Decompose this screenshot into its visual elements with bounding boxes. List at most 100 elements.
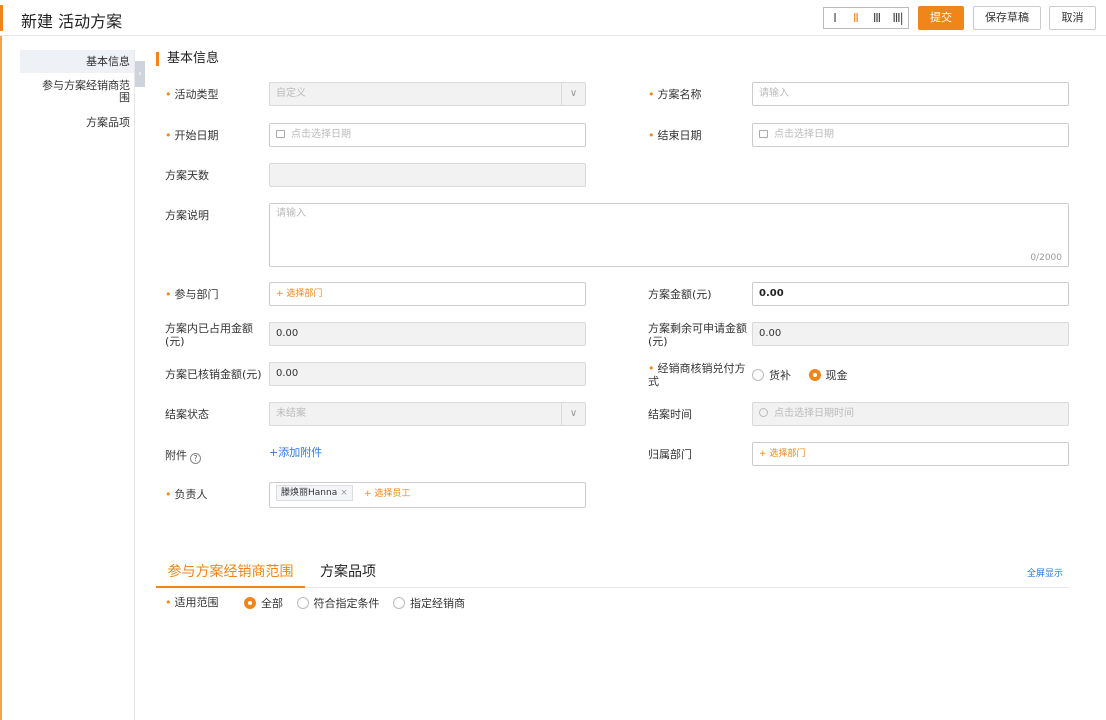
layout-2-column-option[interactable]: Ⅱ bbox=[845, 8, 866, 28]
add-attachment-link[interactable]: +添加附件 bbox=[269, 444, 322, 460]
remaining-amount-field: 0.00 bbox=[752, 322, 1069, 346]
fullscreen-link[interactable]: 全屏显示 bbox=[1027, 566, 1063, 579]
nav-item-plan-items[interactable]: 方案品项 bbox=[86, 117, 130, 129]
clock-icon bbox=[759, 408, 768, 417]
close-status-select: 未结案 ∨ bbox=[269, 402, 586, 426]
label-text: 活动类型 bbox=[174, 88, 219, 101]
radio-scope-condition[interactable] bbox=[296, 597, 309, 609]
left-edge-accent bbox=[0, 36, 2, 720]
section-title: 基本信息 bbox=[156, 52, 219, 66]
used-amount-value: 0.00 bbox=[276, 328, 299, 339]
section-nav: 基本信息 参与方案经销商范围 方案品项 bbox=[20, 50, 135, 720]
layout-4-column-option[interactable]: Ⅲ| bbox=[887, 8, 908, 28]
verified-amount-field: 0.00 bbox=[269, 362, 586, 386]
select-department-link[interactable]: + 选择部门 bbox=[276, 289, 322, 299]
submit-button[interactable]: 提交 bbox=[918, 6, 964, 30]
required-mark: • bbox=[648, 88, 655, 101]
used-amount-field: 0.00 bbox=[269, 322, 586, 346]
description-textarea[interactable]: 请输入 0/2000 bbox=[269, 203, 1069, 267]
payment-method-radios: 货补 现金 bbox=[752, 367, 862, 383]
label-text: 负责人 bbox=[174, 488, 208, 501]
close-time-placeholder: 点击选择日期时间 bbox=[774, 408, 854, 419]
radio-scope-condition-label[interactable]: 符合指定条件 bbox=[314, 597, 380, 610]
required-mark: • bbox=[165, 288, 172, 301]
collapse-nav-icon[interactable]: ‹ bbox=[135, 61, 145, 87]
payment-method-label: • 经销商核销兑付方式 bbox=[648, 362, 748, 388]
attachment-label: 附件? bbox=[165, 449, 201, 464]
select-employee-link[interactable]: + 选择员工 bbox=[364, 489, 410, 499]
activity-type-select[interactable]: 自定义 ∨ bbox=[269, 82, 586, 106]
used-amount-label: 方案内已占用金额(元) bbox=[165, 322, 253, 348]
radio-scope-dealers-label[interactable]: 指定经销商 bbox=[410, 597, 465, 610]
scope-radios: 全部 符合指定条件 指定经销商 bbox=[244, 595, 479, 611]
radio-goods-subsidy[interactable] bbox=[752, 369, 764, 381]
close-time-picker: 点击选择日期时间 bbox=[752, 402, 1069, 426]
chevron-down-icon: ∨ bbox=[561, 403, 585, 425]
radio-scope-all[interactable] bbox=[244, 597, 256, 609]
header-accent-bar bbox=[0, 5, 3, 31]
close-icon[interactable]: × bbox=[340, 488, 348, 498]
save-draft-button[interactable]: 保存草稿 bbox=[973, 6, 1041, 30]
cancel-button[interactable]: 取消 bbox=[1049, 6, 1096, 30]
owner-department-selector[interactable]: + 选择部门 bbox=[752, 442, 1069, 466]
required-mark: • bbox=[165, 488, 172, 501]
end-date-picker[interactable]: 点击选择日期 bbox=[752, 123, 1069, 147]
start-date-picker[interactable]: 点击选择日期 bbox=[269, 123, 586, 147]
layout-1-column-option[interactable]: Ⅰ bbox=[824, 8, 845, 28]
owner-tag: 滕焕丽Hanna × bbox=[276, 485, 353, 501]
column-layout-switch[interactable]: Ⅰ Ⅱ Ⅲ Ⅲ| bbox=[823, 7, 909, 29]
owner-selector[interactable]: 滕焕丽Hanna × + 选择员工 bbox=[269, 482, 586, 508]
plan-name-label: • 方案名称 bbox=[648, 88, 702, 101]
layout-3-column-option[interactable]: Ⅲ bbox=[866, 8, 887, 28]
department-selector[interactable]: + 选择部门 bbox=[269, 282, 586, 306]
required-mark: • bbox=[165, 129, 172, 142]
radio-goods-subsidy-label[interactable]: 货补 bbox=[769, 369, 791, 382]
tab-plan-items[interactable]: 方案品项 bbox=[305, 560, 391, 588]
remaining-amount-value: 0.00 bbox=[759, 328, 782, 339]
required-mark: • bbox=[648, 129, 655, 142]
page-header: 新建 活动方案 Ⅰ Ⅱ Ⅲ Ⅲ| 提交 保存草稿 取消 bbox=[0, 0, 1106, 36]
owner-tag-name: 滕焕丽Hanna bbox=[281, 488, 338, 498]
amount-value: 0.00 bbox=[759, 288, 784, 299]
radio-scope-dealers[interactable] bbox=[393, 597, 405, 609]
plan-name-input[interactable]: 请输入 bbox=[752, 82, 1069, 106]
label-text: 结束日期 bbox=[657, 129, 702, 142]
amount-input[interactable]: 0.00 bbox=[752, 282, 1069, 306]
required-mark: • bbox=[165, 88, 172, 101]
description-label: 方案说明 bbox=[165, 209, 209, 222]
tab-dealer-scope[interactable]: 参与方案经销商范围 bbox=[156, 560, 305, 588]
radio-cash[interactable] bbox=[808, 369, 821, 381]
page-title: 新建 活动方案 bbox=[21, 12, 123, 31]
detail-tabs: 参与方案经销商范围 方案品项 全屏显示 bbox=[156, 560, 1069, 588]
radio-scope-all-label[interactable]: 全部 bbox=[261, 597, 283, 610]
end-date-label: • 结束日期 bbox=[648, 129, 702, 142]
owner-label: • 负责人 bbox=[165, 488, 208, 501]
help-icon[interactable]: ? bbox=[190, 453, 201, 464]
label-text: 开始日期 bbox=[174, 129, 219, 142]
select-owner-department-link[interactable]: + 选择部门 bbox=[759, 449, 805, 459]
radio-cash-label[interactable]: 现金 bbox=[826, 369, 848, 382]
amount-label: 方案金额(元) bbox=[648, 288, 712, 301]
label-text: 适用范围 bbox=[174, 596, 219, 609]
start-date-placeholder: 点击选择日期 bbox=[291, 129, 351, 140]
close-time-label: 结案时间 bbox=[648, 408, 692, 421]
calendar-icon bbox=[759, 130, 768, 138]
char-counter: 0/2000 bbox=[1030, 253, 1062, 263]
nav-item-dealer-scope[interactable]: 参与方案经销商范围 bbox=[34, 80, 130, 104]
close-status-value: 未结案 bbox=[276, 408, 306, 419]
verified-amount-label: 方案已核销金额(元) bbox=[165, 368, 262, 381]
nav-item-basic-info[interactable]: 基本信息 bbox=[20, 50, 134, 73]
label-text: 经销商核销兑付方式 bbox=[648, 362, 746, 388]
end-date-placeholder: 点击选择日期 bbox=[774, 129, 834, 140]
required-mark: • bbox=[165, 596, 172, 609]
start-date-label: • 开始日期 bbox=[165, 129, 219, 142]
required-mark: • bbox=[648, 362, 655, 375]
plan-days-label: 方案天数 bbox=[165, 169, 209, 182]
label-text: 附件 bbox=[165, 449, 187, 462]
description-placeholder: 请输入 bbox=[276, 208, 306, 219]
plan-name-placeholder: 请输入 bbox=[759, 88, 789, 99]
scope-label: • 适用范围 bbox=[165, 596, 219, 609]
owner-department-label: 归属部门 bbox=[648, 448, 692, 461]
remaining-amount-label: 方案剩余可申请金额(元) bbox=[648, 322, 747, 348]
chevron-down-icon: ∨ bbox=[561, 83, 585, 105]
